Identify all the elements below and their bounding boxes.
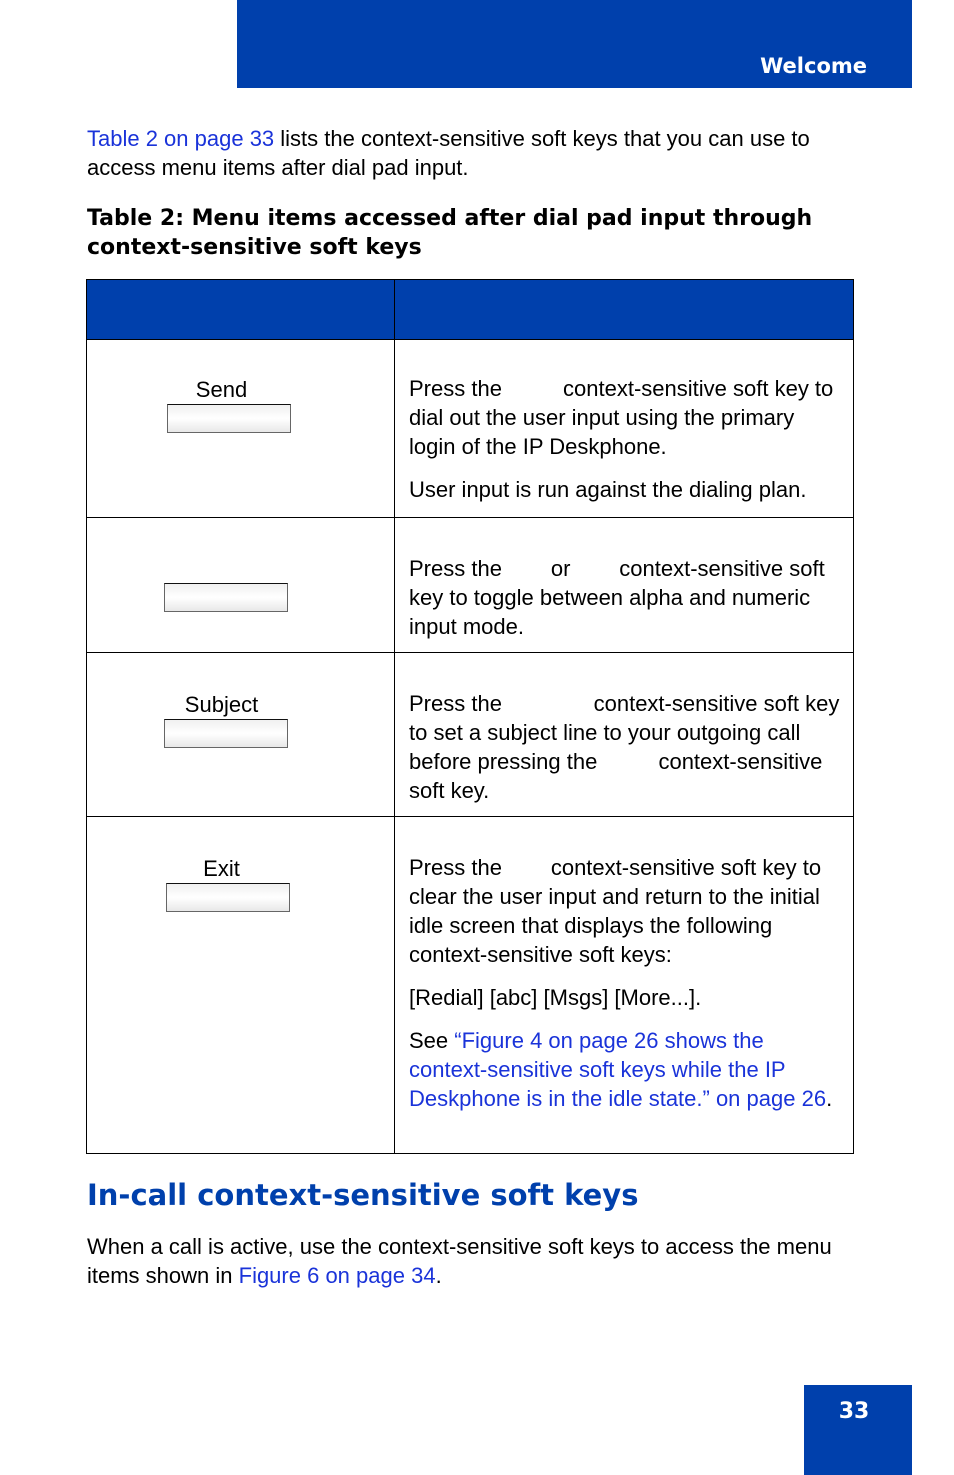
table-caption: Table 2: Menu items accessed after dial … (87, 206, 813, 260)
description-cell: Press the context-sensitive soft key to … (394, 339, 854, 518)
softkey-button[interactable] (165, 883, 290, 912)
description-text: Press the or context-sensitive soft key … (409, 556, 831, 639)
header-cell-description (394, 279, 854, 340)
menu-items-table: Send Press the context-sensitive soft ke… (86, 279, 854, 1154)
table-row: Press the or context-sensitive soft key … (86, 517, 854, 653)
softkey-label: Send (195, 377, 248, 402)
key-cell: Exit (86, 816, 395, 1154)
softkey-button[interactable] (163, 583, 288, 612)
table-link[interactable]: Table 2 on page 33 (87, 126, 274, 151)
key-cell: Subject (86, 652, 395, 817)
figure-4-link[interactable]: “Figure 4 on page 26 shows the context-s… (409, 1028, 826, 1111)
description-cell: Press the context-sensitive soft key to … (394, 652, 854, 817)
see-prefix: See (409, 1028, 455, 1053)
intro-paragraph: Table 2 on page 33 lists the context-sen… (87, 124, 862, 182)
table-row: Exit Press the context-sensitive soft ke… (86, 816, 854, 1154)
softkey-button[interactable] (166, 404, 291, 433)
key-cell: Send (86, 339, 395, 518)
section-text-end: . (435, 1263, 442, 1288)
see-suffix: . (826, 1086, 833, 1111)
key-cell (86, 517, 395, 653)
section-text: When a call is active, use the context-s… (87, 1234, 832, 1288)
see-also-paragraph: See “Figure 4 on page 26 shows the conte… (409, 1026, 841, 1113)
description-text: Press the context-sensitive soft key to … (409, 376, 840, 459)
figure-6-link[interactable]: Figure 6 on page 34 (239, 1263, 436, 1288)
description-text: [Redial] [abc] [Msgs] [More...]. (409, 985, 702, 1010)
softkey-button[interactable] (163, 719, 288, 748)
section-paragraph: When a call is active, use the context-s… (87, 1232, 862, 1290)
header-cell-key (86, 279, 395, 340)
description-text: Press the context-sensitive soft key to … (409, 691, 846, 803)
softkey-label: Subject (184, 692, 259, 717)
table-row: Send Press the context-sensitive soft ke… (86, 339, 854, 518)
softkey-label: Exit (203, 856, 240, 881)
chapter-title: Welcome (760, 54, 867, 78)
description-cell: Press the context-sensitive soft key to … (394, 816, 854, 1154)
description-text: User input is run against the dialing pl… (409, 477, 807, 502)
page-number: 33 (838, 1399, 870, 1424)
header-bar: Welcome (237, 0, 912, 88)
table-header-row (86, 279, 854, 340)
section-heading: In-call context-sensitive soft keys (87, 1178, 639, 1212)
description-text: Press the context-sensitive soft key to … (409, 855, 828, 967)
table-row: Subject Press the context-sensitive soft… (86, 652, 854, 817)
page-number-box: 33 (804, 1385, 912, 1475)
description-cell: Press the or context-sensitive soft key … (394, 517, 854, 653)
